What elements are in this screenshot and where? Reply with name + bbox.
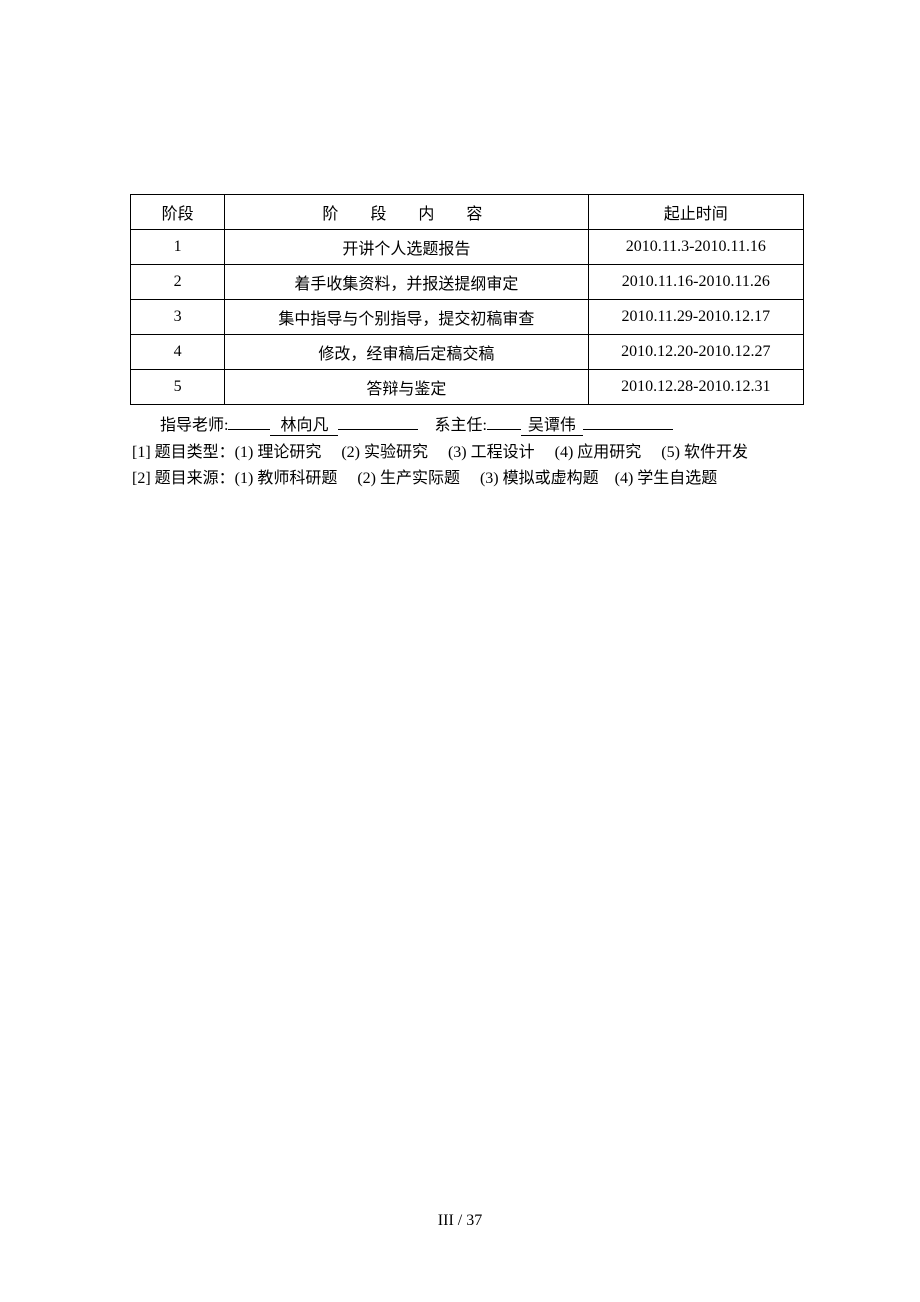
underline-blank (487, 429, 521, 430)
cell-content: 答辩与鉴定 (225, 370, 588, 405)
underline-blank (583, 429, 673, 430)
cell-content: 开讲个人选题报告 (225, 230, 588, 265)
dept-head-name: 吴谭伟 (521, 411, 583, 436)
header-time: 起止时间 (588, 195, 803, 230)
table-row: 3 集中指导与个别指导，提交初稿审查 2010.11.29-2010.12.17 (131, 300, 804, 335)
underline-blank (338, 429, 418, 430)
header-phase: 阶段 (131, 195, 225, 230)
signature-line: 指导老师: 林向凡 系主任: 吴谭伟 (130, 407, 804, 440)
note-line-1: [1] 题目类型：(1) 理论研究 (2) 实验研究 (3) 工程设计 (4) … (132, 440, 802, 466)
table-row: 4 修改，经审稿后定稿交稿 2010.12.20-2010.12.27 (131, 335, 804, 370)
table-row: 1 开讲个人选题报告 2010.11.3-2010.11.16 (131, 230, 804, 265)
cell-time: 2010.11.29-2010.12.17 (588, 300, 803, 335)
cell-content: 集中指导与个别指导，提交初稿审查 (225, 300, 588, 335)
advisor-name: 林向凡 (270, 411, 338, 436)
cell-content: 着手收集资料，并报送提纲审定 (225, 265, 588, 300)
advisor-label: 指导老师: (160, 417, 228, 434)
cell-time: 2010.12.20-2010.12.27 (588, 335, 803, 370)
header-content: 阶 段 内 容 (225, 195, 588, 230)
table-row: 2 着手收集资料，并报送提纲审定 2010.11.16-2010.11.26 (131, 265, 804, 300)
dept-head-label: 系主任: (434, 417, 486, 434)
cell-phase: 4 (131, 335, 225, 370)
cell-time: 2010.11.16-2010.11.26 (588, 265, 803, 300)
schedule-table: 阶段 阶 段 内 容 起止时间 1 开讲个人选题报告 2010.11.3-201… (130, 194, 804, 405)
notes-section: [1] 题目类型：(1) 理论研究 (2) 实验研究 (3) 工程设计 (4) … (130, 440, 804, 491)
cell-phase: 1 (131, 230, 225, 265)
note-line-2: [2] 题目来源：(1) 教师科研题 (2) 生产实际题 (3) 模拟或虚构题 … (132, 466, 802, 492)
cell-phase: 5 (131, 370, 225, 405)
page-number: III / 37 (0, 1212, 920, 1230)
underline-blank (228, 429, 270, 430)
table-header-row: 阶段 阶 段 内 容 起止时间 (131, 195, 804, 230)
cell-time: 2010.11.3-2010.11.16 (588, 230, 803, 265)
table-row: 5 答辩与鉴定 2010.12.28-2010.12.31 (131, 370, 804, 405)
cell-phase: 3 (131, 300, 225, 335)
page-content: 阶段 阶 段 内 容 起止时间 1 开讲个人选题报告 2010.11.3-201… (0, 0, 920, 491)
cell-content: 修改，经审稿后定稿交稿 (225, 335, 588, 370)
cell-phase: 2 (131, 265, 225, 300)
cell-time: 2010.12.28-2010.12.31 (588, 370, 803, 405)
